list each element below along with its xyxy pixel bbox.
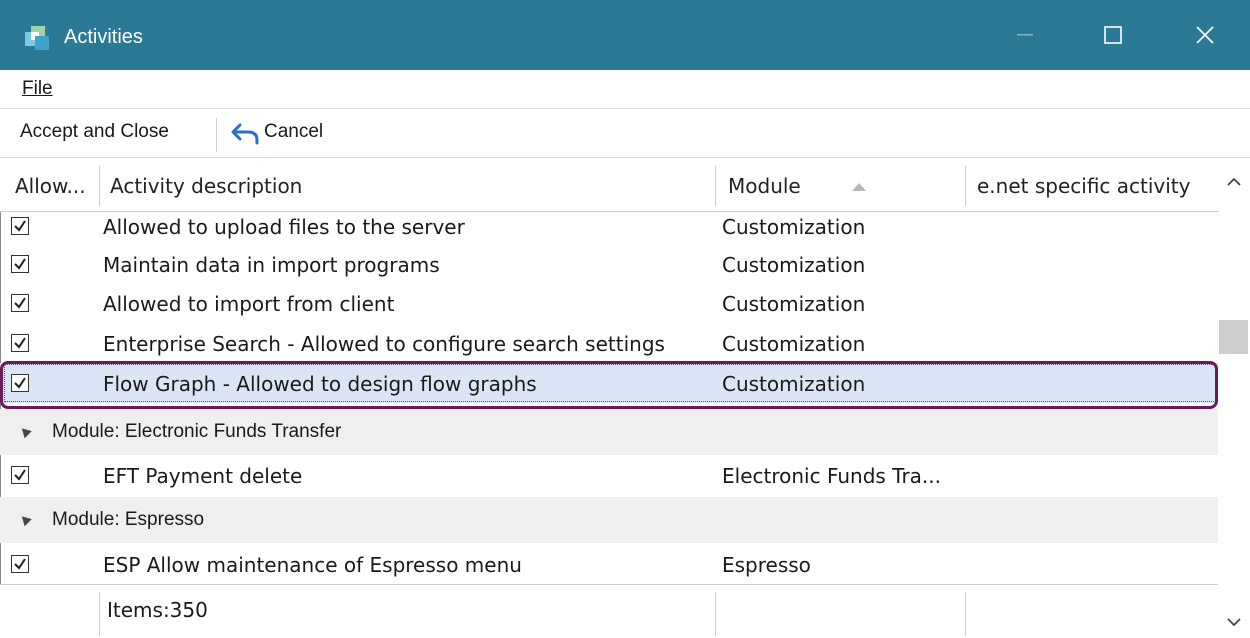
close-icon <box>1196 26 1214 44</box>
checkmark-icon <box>14 469 26 481</box>
checkmark-icon <box>14 337 26 349</box>
toolbar <box>0 108 1250 158</box>
scrollbar-thumb[interactable] <box>1219 320 1248 354</box>
window-title: Activities <box>64 26 143 48</box>
close-button[interactable] <box>1175 0 1235 70</box>
activity-description: Enterprise Search - Allowed to configure… <box>103 332 665 356</box>
checkmark-icon <box>14 258 26 270</box>
activity-module: Customization <box>722 332 866 356</box>
column-separator[interactable] <box>715 166 716 206</box>
minimize-icon <box>1017 34 1033 36</box>
allow-checkbox[interactable] <box>11 255 29 273</box>
accept-and-close-button[interactable]: Accept and Close <box>20 121 169 143</box>
footer-separator <box>965 592 966 636</box>
items-count: Items:350 <box>107 598 208 622</box>
column-header-allow[interactable]: Allow... <box>15 174 86 198</box>
collapse-triangle-icon[interactable] <box>18 512 32 527</box>
collapse-triangle-icon[interactable] <box>18 424 32 439</box>
activity-description: Allowed to import from client <box>103 292 395 316</box>
table-row[interactable]: Enterprise Search - Allowed to configure… <box>0 323 1218 363</box>
column-header-description[interactable]: Activity description <box>110 174 302 198</box>
allow-checkbox[interactable] <box>11 466 29 484</box>
activity-module: Espresso <box>722 553 811 577</box>
grid-rows: Allowed to upload files to the server Cu… <box>0 212 1218 584</box>
checkmark-icon <box>14 558 26 570</box>
allow-checkbox[interactable] <box>11 217 29 235</box>
title-bar[interactable] <box>0 0 1250 70</box>
undo-arrow-icon[interactable] <box>230 121 260 147</box>
sort-ascending-icon <box>852 183 866 191</box>
activity-description: Flow Graph - Allowed to design flow grap… <box>103 372 537 396</box>
column-header-module[interactable]: Module <box>728 174 801 198</box>
group-label: Module: Espresso <box>52 509 205 530</box>
column-separator[interactable] <box>965 166 966 206</box>
allow-checkbox[interactable] <box>11 294 29 312</box>
activity-module: Customization <box>722 253 866 277</box>
menu-file[interactable]: File <box>22 78 53 100</box>
activity-description: EFT Payment delete <box>103 464 303 488</box>
allow-checkbox[interactable] <box>11 374 29 392</box>
activity-description: Allowed to upload files to the server <box>103 215 465 239</box>
group-label: Module: Electronic Funds Transfer <box>52 421 342 442</box>
menu-bar <box>0 70 1250 106</box>
chevron-down-icon[interactable] <box>1224 612 1244 632</box>
cancel-button[interactable]: Cancel <box>264 121 323 143</box>
checkmark-icon <box>14 220 26 232</box>
table-row[interactable]: Maintain data in import programs Customi… <box>0 244 1218 284</box>
checkmark-icon <box>14 297 26 309</box>
activity-module: Customization <box>722 292 866 316</box>
app-icon <box>25 26 49 50</box>
checkmark-icon <box>14 377 26 389</box>
toolbar-separator <box>216 118 217 152</box>
group-row[interactable]: Module: Electronic Funds Transfer <box>0 409 1218 455</box>
footer-separator <box>715 592 716 636</box>
minimize-button[interactable] <box>995 0 1055 70</box>
vertical-scrollbar[interactable] <box>1218 160 1250 638</box>
chevron-up-icon[interactable] <box>1224 172 1244 192</box>
activity-description: Maintain data in import programs <box>103 253 440 277</box>
activity-module: Customization <box>722 372 866 396</box>
activity-description: ESP Allow maintenance of Espresso menu <box>103 553 522 577</box>
maximize-button[interactable] <box>1083 0 1143 70</box>
table-row[interactable]: Allowed to import from client Customizat… <box>0 283 1218 323</box>
allow-checkbox[interactable] <box>11 334 29 352</box>
table-row[interactable]: EFT Payment delete Electronic Funds Tra.… <box>0 455 1218 495</box>
activity-module: Customization <box>722 215 866 239</box>
maximize-icon <box>1104 26 1122 44</box>
group-row[interactable]: Module: Espresso <box>0 497 1218 543</box>
activity-module: Electronic Funds Tra... <box>722 464 942 488</box>
footer-separator <box>99 592 100 636</box>
table-row[interactable]: Allowed to upload files to the server Cu… <box>0 212 1218 246</box>
allow-checkbox[interactable] <box>11 555 29 573</box>
table-row-selected[interactable]: Flow Graph - Allowed to design flow grap… <box>0 363 1218 403</box>
column-separator[interactable] <box>99 166 100 206</box>
column-header-enet[interactable]: e.net specific activity <box>977 174 1191 198</box>
table-row[interactable]: ESP Allow maintenance of Espresso menu E… <box>0 544 1218 584</box>
